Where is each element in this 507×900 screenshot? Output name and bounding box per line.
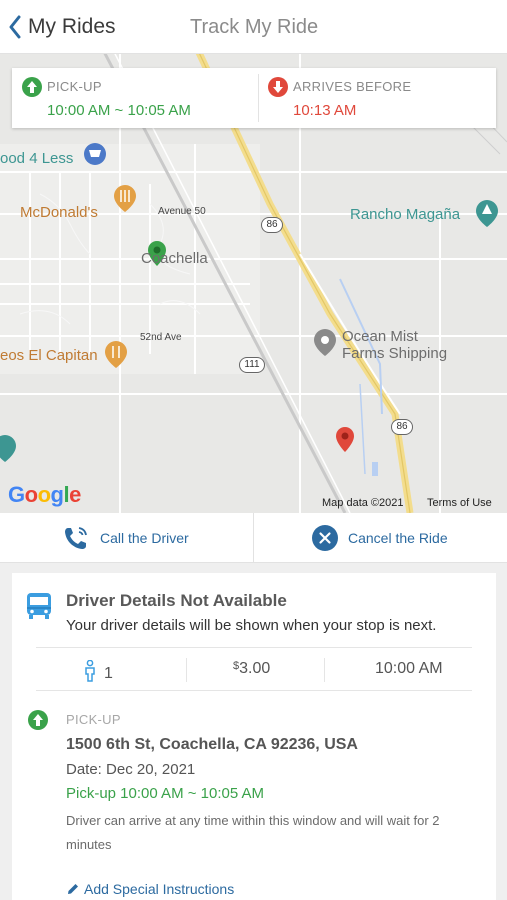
map-road-52nd: 52nd Ave (140, 332, 182, 343)
ride-details-card: Driver Details Not Available Your driver… (12, 573, 496, 900)
stats-divider-2 (324, 658, 325, 682)
arrow-up-circle-icon (28, 710, 48, 730)
highway-86-shield: 86 (261, 217, 283, 233)
person-icon (85, 659, 95, 682)
cancel-ride-label: Cancel the Ride (348, 530, 448, 546)
pickup-section-label: PICK-UP (66, 712, 121, 727)
top-bar: My Rides Track My Ride (0, 0, 507, 54)
actions-divider (253, 513, 254, 563)
map-place-ocean-mist: Ocean Mist (342, 328, 418, 345)
map-place-farms-shipping: Farms Shipping (342, 345, 448, 362)
pickup-time: 10:00 AM (375, 660, 443, 677)
ride-actions-bar: Call the Driver Cancel the Ride (0, 513, 507, 563)
pickup-date: Date: Dec 20, 2021 (66, 761, 196, 778)
map-road-avenue50: Avenue 50 (158, 206, 206, 217)
map-data-attribution: Map data ©2021 (322, 497, 404, 509)
page-title: Track My Ride (190, 16, 319, 38)
pickup-wait-note: Driver can arrive at any time within thi… (66, 813, 440, 852)
highway-86-shield-south: 86 (391, 419, 413, 435)
arrives-before-panel: ARRIVES BEFORE 10:13 AM (258, 68, 496, 128)
add-special-instructions-label: Add Special Instructions (84, 881, 235, 897)
pickup-label: PICK-UP (47, 79, 102, 94)
close-circle-icon (312, 525, 338, 551)
map-place-rancho: Rancho Magaña (350, 206, 461, 223)
pickup-window-panel: PICK-UP 10:00 AM ~ 10:05 AM (12, 68, 258, 128)
map-place-coachella: Coachella (141, 250, 208, 267)
terms-of-use-link[interactable]: Terms of Use (427, 497, 492, 509)
driver-details-subtitle: Your driver details will be shown when y… (66, 617, 437, 634)
map-place-el-capitan: eos El Capitan (0, 347, 98, 364)
trip-time-card: PICK-UP 10:00 AM ~ 10:05 AM ARRIVES BEFO… (12, 68, 496, 128)
driver-details-title: Driver Details Not Available (66, 591, 287, 610)
back-button[interactable]: My Rides (8, 11, 116, 43)
google-logo: Google (8, 482, 81, 507)
add-special-instructions-link[interactable]: Add Special Instructions (66, 881, 234, 897)
passenger-count-value: 1 (104, 665, 113, 682)
arrow-down-circle-icon (268, 77, 288, 97)
fare: $3.00 (233, 660, 270, 678)
chevron-left-icon (9, 15, 21, 39)
fare-amount: 3.00 (239, 660, 271, 677)
bus-icon (27, 593, 51, 619)
call-driver-button[interactable]: Call the Driver (62, 513, 189, 563)
pickup-window-value: 10:00 AM ~ 10:05 AM (47, 102, 191, 119)
pickup-window: Pick-up 10:00 AM ~ 10:05 AM (66, 785, 265, 802)
back-label: My Rides (28, 15, 116, 38)
pickup-address: 1500 6th St, Coachella, CA 92236, USA (66, 736, 358, 753)
arrives-before-label: ARRIVES BEFORE (293, 79, 412, 94)
pencil-icon (68, 884, 78, 894)
ride-stats-row: 1 $3.00 10:00 AM (36, 647, 472, 691)
arrow-up-circle-icon (22, 77, 42, 97)
call-driver-label: Call the Driver (100, 530, 189, 546)
highway-111-shield: 111 (239, 357, 265, 373)
arrives-before-value: 10:13 AM (293, 102, 357, 119)
map-place-mcdonalds: McDonald's (20, 204, 98, 221)
phone-icon (65, 527, 87, 549)
stats-divider-1 (186, 658, 187, 682)
map-place-food4less: ood 4 Less (0, 150, 74, 167)
passenger-count: 1 (84, 659, 113, 683)
cancel-ride-button[interactable]: Cancel the Ride (312, 513, 448, 563)
